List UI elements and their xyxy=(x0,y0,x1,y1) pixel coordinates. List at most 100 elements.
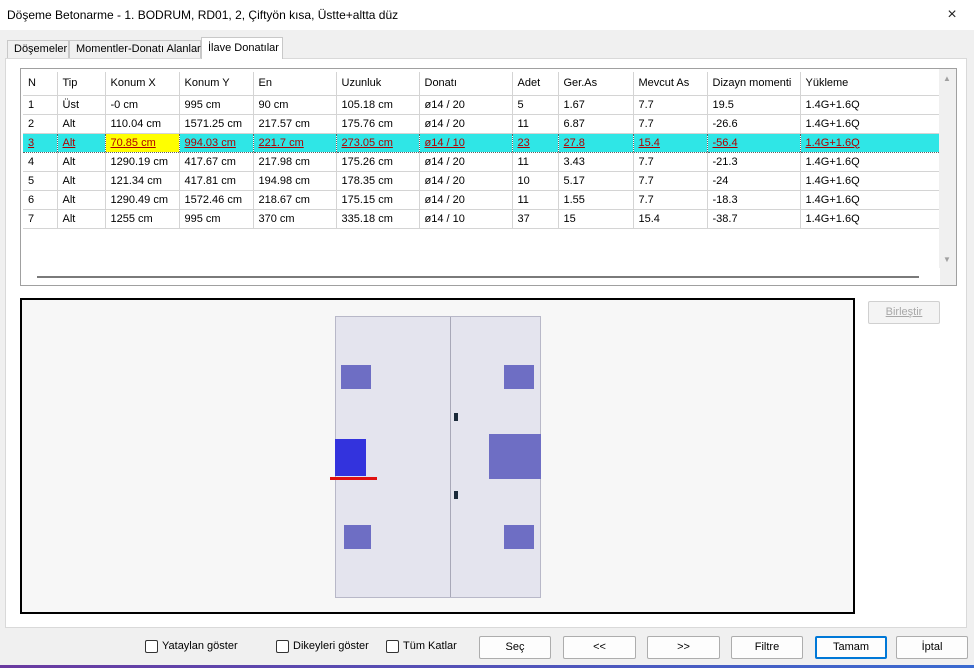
table-cell[interactable]: 1290.19 cm xyxy=(105,152,180,172)
table-cell[interactable]: -18.3 xyxy=(707,190,801,210)
column-header[interactable]: En xyxy=(253,72,337,96)
column-header[interactable]: Donatı xyxy=(419,72,513,96)
column-header[interactable]: Konum X xyxy=(105,72,180,96)
table-cell[interactable]: 194.98 cm xyxy=(253,171,337,191)
filtre-button[interactable]: Filtre xyxy=(731,636,803,659)
table-cell[interactable]: 218.67 cm xyxy=(253,190,337,210)
previous-button[interactable]: << xyxy=(563,636,636,659)
rebar-region[interactable] xyxy=(489,434,541,479)
table-cell[interactable]: 1.4G+1.6Q xyxy=(800,209,940,229)
table-cell[interactable]: 995 cm xyxy=(179,95,254,115)
table-cell[interactable]: ø14 / 20 xyxy=(419,114,513,134)
table-cell[interactable]: 1.4G+1.6Q xyxy=(800,114,940,134)
birlestir-button[interactable]: Birleştir xyxy=(868,301,940,324)
table-cell[interactable]: ø14 / 20 xyxy=(419,95,513,115)
table-cell[interactable]: 995 cm xyxy=(179,209,254,229)
table-cell[interactable]: 5.17 xyxy=(558,171,634,191)
close-icon[interactable]: × xyxy=(942,5,962,25)
table-cell[interactable]: Alt xyxy=(57,190,106,210)
table-cell[interactable]: Alt xyxy=(57,152,106,172)
table-cell[interactable]: 121.34 cm xyxy=(105,171,180,191)
table-cell[interactable]: 7.7 xyxy=(633,190,708,210)
table-cell[interactable]: 994.03 cm xyxy=(179,132,254,153)
table-cell[interactable]: -56.4 xyxy=(707,132,801,153)
table-cell[interactable]: 7.7 xyxy=(633,152,708,172)
column-header[interactable]: Ger.As xyxy=(558,72,634,96)
tamam-button[interactable]: Tamam xyxy=(815,636,887,659)
table-cell[interactable]: -38.7 xyxy=(707,209,801,229)
table-cell[interactable]: Alt xyxy=(57,132,106,153)
table-cell[interactable]: 90 cm xyxy=(253,95,337,115)
column-header[interactable]: Konum Y xyxy=(179,72,254,96)
table-cell[interactable]: 6.87 xyxy=(558,114,634,134)
table-cell[interactable]: 11 xyxy=(512,190,559,210)
table-cell[interactable]: 7 xyxy=(23,209,58,229)
table-cell[interactable]: 3 xyxy=(23,132,58,153)
scroll-down-icon[interactable]: ▼ xyxy=(943,255,951,264)
table-cell[interactable]: 11 xyxy=(512,114,559,134)
table-cell[interactable]: 417.81 cm xyxy=(179,171,254,191)
table-cell[interactable]: ø14 / 20 xyxy=(419,171,513,191)
table-cell[interactable]: 19.5 xyxy=(707,95,801,115)
table-cell[interactable]: 15.4 xyxy=(633,132,708,153)
table-cell[interactable]: 221.7 cm xyxy=(253,132,337,153)
column-header[interactable]: Uzunluk xyxy=(336,72,420,96)
table-cell[interactable]: 11 xyxy=(512,152,559,172)
table-row[interactable]: 4 Alt 1290.19 cm 417.67 cm 217.98 cm 175.26 c… xyxy=(23,152,940,172)
table-cell[interactable]: 5 xyxy=(512,95,559,115)
tab-ilave-donatilar[interactable]: İlave Donatılar xyxy=(201,37,283,59)
rebar-region[interactable] xyxy=(344,525,371,549)
sec-button[interactable]: Seç xyxy=(479,636,551,659)
table-cell[interactable]: 27.8 xyxy=(558,132,634,153)
table-cell[interactable]: 105.18 cm xyxy=(336,95,420,115)
table-cell[interactable]: 7.7 xyxy=(633,95,708,115)
table-cell[interactable]: 1.4G+1.6Q xyxy=(800,95,940,115)
table-cell[interactable]: -24 xyxy=(707,171,801,191)
horizontal-scrollbar[interactable] xyxy=(21,268,940,285)
table-cell[interactable]: 6 xyxy=(23,190,58,210)
table-row[interactable]: 1 Üst -0 cm 995 cm 90 cm 105.18 cm ø14 / 20 5 1.… xyxy=(23,95,940,115)
table-cell[interactable]: 15 xyxy=(558,209,634,229)
table-cell[interactable]: Alt xyxy=(57,171,106,191)
table-cell[interactable]: 417.67 cm xyxy=(179,152,254,172)
checkbox-box[interactable] xyxy=(386,640,399,653)
table-cell[interactable]: -21.3 xyxy=(707,152,801,172)
iptal-button[interactable]: İptal xyxy=(896,636,968,659)
table-cell[interactable]: 175.26 cm xyxy=(336,152,420,172)
table-cell[interactable]: 1.4G+1.6Q xyxy=(800,190,940,210)
table-cell[interactable]: 7.7 xyxy=(633,114,708,134)
table-cell[interactable]: 4 xyxy=(23,152,58,172)
column-header[interactable]: Dizayn momenti xyxy=(707,72,801,96)
table-cell[interactable]: -26.6 xyxy=(707,114,801,134)
table-cell[interactable]: 2 xyxy=(23,114,58,134)
table-cell[interactable]: 10 xyxy=(512,171,559,191)
tab-momentler[interactable]: Momentler-Donatı Alanları xyxy=(69,40,204,59)
tab-dosemeler[interactable]: Döşemeler xyxy=(7,40,69,59)
scroll-up-icon[interactable]: ▲ xyxy=(943,74,951,83)
table-cell[interactable]: 217.57 cm xyxy=(253,114,337,134)
table-cell[interactable]: 273.05 cm xyxy=(336,132,420,153)
table-cell[interactable]: 1290.49 cm xyxy=(105,190,180,210)
table-cell[interactable]: 1255 cm xyxy=(105,209,180,229)
table-cell[interactable]: Alt xyxy=(57,209,106,229)
table-row-selected[interactable]: 3 Alt 70.85 cm 994.03 cm 221.7 cm 273.05 cm ø1… xyxy=(23,132,940,153)
column-header[interactable]: Tip xyxy=(57,72,106,96)
table-row[interactable]: 7 Alt 1255 cm 995 cm 370 cm 335.18 cm ø14 / 10… xyxy=(23,209,940,229)
table-cell[interactable]: 37 xyxy=(512,209,559,229)
next-button[interactable]: >> xyxy=(647,636,720,659)
table-cell[interactable]: 1.4G+1.6Q xyxy=(800,171,940,191)
table-cell[interactable]: 7.7 xyxy=(633,171,708,191)
column-header[interactable]: N xyxy=(23,72,58,96)
table-cell[interactable]: 1.4G+1.6Q xyxy=(800,152,940,172)
table-cell[interactable]: 1.4G+1.6Q xyxy=(800,132,940,153)
table-cell[interactable]: 15.4 xyxy=(633,209,708,229)
table-cell[interactable]: Alt xyxy=(57,114,106,134)
table-cell[interactable]: 335.18 cm xyxy=(336,209,420,229)
table-cell[interactable]: ø14 / 10 xyxy=(419,209,513,229)
table-cell[interactable]: 1.67 xyxy=(558,95,634,115)
table-cell[interactable]: 1572.46 cm xyxy=(179,190,254,210)
rebar-region[interactable] xyxy=(504,365,534,389)
table-cell[interactable]: 370 cm xyxy=(253,209,337,229)
column-header[interactable]: Mevcut As xyxy=(633,72,708,96)
table-cell[interactable]: 1 xyxy=(23,95,58,115)
